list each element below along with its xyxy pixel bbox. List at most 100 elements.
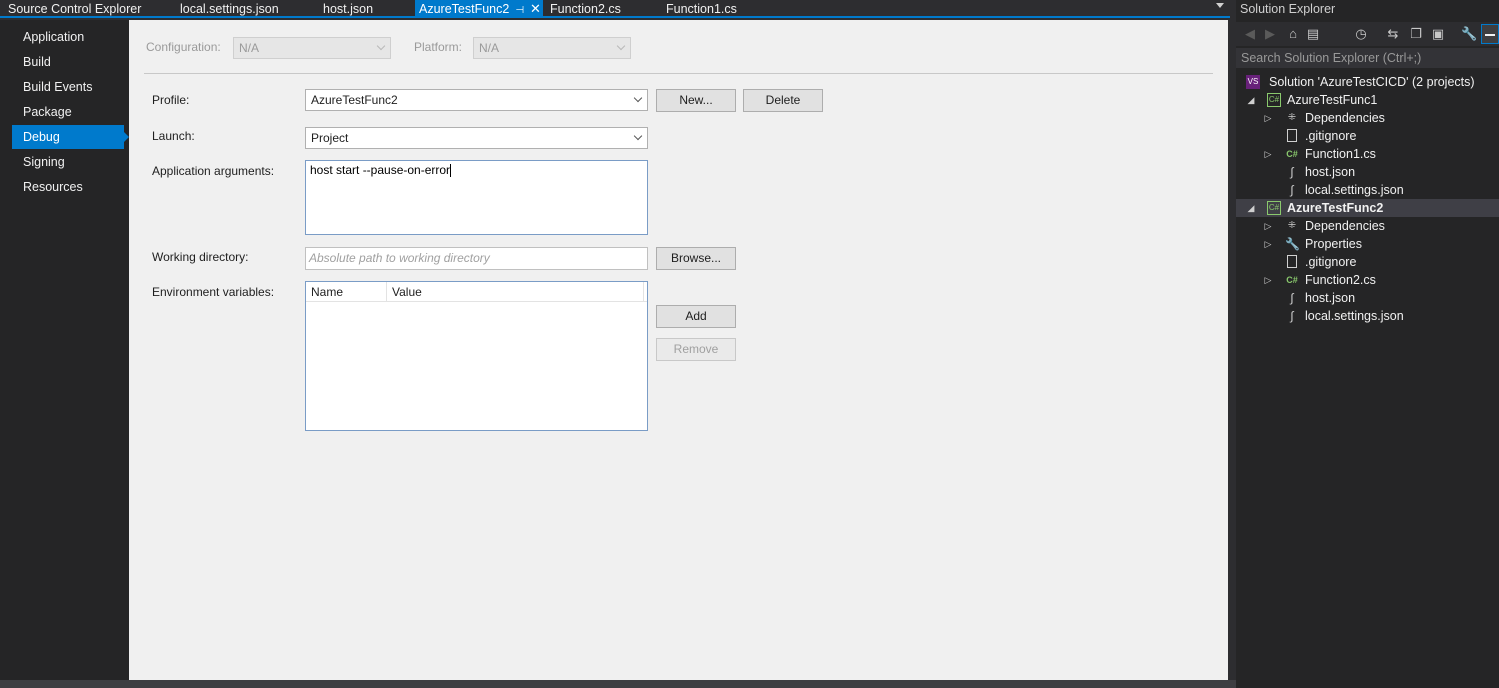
back-icon[interactable]: ◀ bbox=[1242, 26, 1258, 42]
workdir-input[interactable]: Absolute path to working directory bbox=[305, 247, 648, 270]
show-all-files-icon[interactable]: ▣ bbox=[1430, 26, 1446, 42]
expanded-arrow-icon[interactable]: ◢ bbox=[1246, 91, 1256, 109]
tree-node-function2-cs[interactable]: ▷ C# Function2.cs bbox=[1236, 271, 1499, 289]
file-icon bbox=[1287, 255, 1297, 268]
expanded-arrow-icon[interactable]: ◢ bbox=[1246, 199, 1256, 217]
tree-node-label: Dependencies bbox=[1305, 219, 1385, 233]
csharp-file-icon: C# bbox=[1286, 149, 1298, 159]
tab-function1-cs[interactable]: Function1.cs bbox=[662, 0, 737, 18]
pin-icon[interactable]: ⊣ bbox=[515, 5, 524, 16]
sync-icon[interactable]: ⇆ bbox=[1385, 26, 1401, 42]
tab-label: Source Control Explorer bbox=[8, 2, 142, 16]
tree-node-dependencies[interactable]: ▷ ⁜ Dependencies bbox=[1236, 109, 1499, 127]
chevron-down-icon bbox=[633, 131, 643, 141]
wrench-icon: 🔧 bbox=[1285, 237, 1300, 251]
csharp-project-icon: C# bbox=[1267, 93, 1281, 107]
chevron-down-icon bbox=[633, 93, 643, 103]
document-tab-bar: Source Control Explorer local.settings.j… bbox=[0, 0, 1230, 18]
configuration-label: Configuration: bbox=[146, 40, 221, 54]
tab-host-json[interactable]: host.json bbox=[319, 0, 373, 18]
grid-col-name[interactable]: Name bbox=[306, 282, 387, 302]
add-envvar-button[interactable]: Add bbox=[656, 305, 736, 328]
tree-node-gitignore[interactable]: .gitignore bbox=[1236, 127, 1499, 145]
launch-select[interactable]: Project bbox=[305, 127, 648, 149]
tree-node-host-json[interactable]: ∫ host.json bbox=[1236, 163, 1499, 181]
browse-button[interactable]: Browse... bbox=[656, 247, 736, 270]
tab-label: Function2.cs bbox=[550, 2, 621, 16]
tree-node-local-settings-json[interactable]: ∫ local.settings.json bbox=[1236, 307, 1499, 325]
app-args-textarea[interactable]: host start --pause-on-error bbox=[305, 160, 648, 235]
properties-wrench-icon[interactable]: 🔧 bbox=[1461, 26, 1477, 42]
workdir-placeholder: Absolute path to working directory bbox=[309, 251, 490, 265]
platform-label: Platform: bbox=[414, 40, 463, 54]
text-caret bbox=[450, 164, 452, 178]
file-icon bbox=[1287, 129, 1297, 142]
collapsed-arrow-icon[interactable]: ▷ bbox=[1263, 217, 1273, 235]
configuration-value: N/A bbox=[239, 41, 260, 55]
dependencies-icon: ⁜ bbox=[1287, 112, 1297, 123]
nav-item-signing[interactable]: Signing bbox=[12, 150, 124, 174]
tree-node-label: .gitignore bbox=[1305, 129, 1357, 143]
pending-changes-filter-icon[interactable]: ◷ bbox=[1353, 26, 1369, 42]
tree-node-local-settings-json[interactable]: ∫ local.settings.json bbox=[1236, 181, 1499, 199]
close-icon[interactable]: ✕ bbox=[530, 1, 541, 16]
tree-node-gitignore[interactable]: .gitignore bbox=[1236, 253, 1499, 271]
grid-col-value[interactable]: Value bbox=[387, 282, 644, 302]
grid-header: Name Value bbox=[306, 282, 647, 302]
tree-node-project-azuretestfunc1[interactable]: ◢ C# AzureTestFunc1 bbox=[1236, 91, 1499, 109]
property-pages-nav: Application Build Build Events Package D… bbox=[0, 20, 129, 680]
chevron-down-icon bbox=[616, 41, 626, 51]
tab-function2-cs[interactable]: Function2.cs bbox=[546, 0, 621, 18]
solution-search-input[interactable]: Search Solution Explorer (Ctrl+;) bbox=[1236, 48, 1499, 68]
collapsed-arrow-icon[interactable]: ▷ bbox=[1263, 235, 1273, 253]
tab-source-control-explorer[interactable]: Source Control Explorer bbox=[4, 0, 141, 18]
nav-item-application[interactable]: Application bbox=[12, 25, 124, 49]
tab-azuretestfunc2[interactable]: AzureTestFunc2 ⊣ ✕ bbox=[415, 0, 543, 18]
remove-envvar-button[interactable]: Remove bbox=[656, 338, 736, 361]
delete-profile-button[interactable]: Delete bbox=[743, 89, 823, 112]
configuration-select[interactable]: N/A bbox=[233, 37, 391, 59]
collapsed-arrow-icon[interactable]: ▷ bbox=[1263, 271, 1273, 289]
debug-properties-page: Configuration: N/A Platform: N/A Profile… bbox=[129, 20, 1228, 680]
nav-item-debug[interactable]: Debug bbox=[12, 125, 129, 149]
switch-views-icon[interactable]: ▤ bbox=[1305, 26, 1321, 42]
tree-node-host-json[interactable]: ∫ host.json bbox=[1236, 289, 1499, 307]
tab-label: Function1.cs bbox=[666, 2, 737, 16]
home-icon[interactable]: ⌂ bbox=[1285, 26, 1301, 42]
tree-node-label: Properties bbox=[1305, 237, 1362, 251]
forward-icon[interactable]: ▶ bbox=[1262, 26, 1278, 42]
tree-node-label: AzureTestFunc2 bbox=[1287, 201, 1384, 215]
tree-node-label: local.settings.json bbox=[1305, 309, 1404, 323]
platform-select[interactable]: N/A bbox=[473, 37, 631, 59]
json-file-icon: ∫ bbox=[1290, 309, 1294, 323]
preview-toggle-icon[interactable] bbox=[1481, 24, 1499, 44]
profile-value: AzureTestFunc2 bbox=[311, 93, 398, 107]
tab-local-settings-json[interactable]: local.settings.json bbox=[176, 0, 279, 18]
chevron-down-icon bbox=[376, 41, 386, 51]
nav-item-resources[interactable]: Resources bbox=[12, 175, 124, 199]
tree-node-dependencies[interactable]: ▷ ⁜ Dependencies bbox=[1236, 217, 1499, 235]
tree-node-function1-cs[interactable]: ▷ C# Function1.cs bbox=[1236, 145, 1499, 163]
app-args-value: host start --pause-on-error bbox=[310, 163, 451, 177]
collapsed-arrow-icon[interactable]: ▷ bbox=[1263, 109, 1273, 127]
platform-value: N/A bbox=[479, 41, 500, 55]
collapsed-arrow-icon[interactable]: ▷ bbox=[1263, 145, 1273, 163]
profile-select[interactable]: AzureTestFunc2 bbox=[305, 89, 648, 111]
solution-explorer-title: Solution Explorer bbox=[1240, 2, 1336, 16]
app-args-label: Application arguments: bbox=[152, 164, 275, 178]
tab-label: host.json bbox=[323, 2, 374, 16]
solution-explorer-toolbar: ◀ ▶ ⌂ ▤ ◷ ⇆ ❐ ▣ 🔧 bbox=[1236, 22, 1499, 46]
new-profile-button[interactable]: New... bbox=[656, 89, 736, 112]
json-file-icon: ∫ bbox=[1290, 291, 1294, 305]
nav-item-build-events[interactable]: Build Events bbox=[12, 75, 124, 99]
vs-window: Source Control Explorer local.settings.j… bbox=[0, 0, 1499, 688]
envvars-grid[interactable]: Name Value bbox=[305, 281, 648, 431]
tree-node-solution[interactable]: VS Solution 'AzureTestCICD' (2 projects) bbox=[1236, 73, 1499, 91]
tree-node-properties[interactable]: ▷ 🔧 Properties bbox=[1236, 235, 1499, 253]
collapse-all-icon[interactable]: ❐ bbox=[1408, 26, 1424, 42]
nav-item-build[interactable]: Build bbox=[12, 50, 124, 74]
nav-item-package[interactable]: Package bbox=[12, 100, 124, 124]
tree-node-project-azuretestfunc2[interactable]: ◢ C# AzureTestFunc2 bbox=[1236, 199, 1499, 217]
tree-node-label: Function2.cs bbox=[1305, 273, 1376, 287]
tab-overflow-chevron-icon[interactable] bbox=[1216, 3, 1224, 8]
